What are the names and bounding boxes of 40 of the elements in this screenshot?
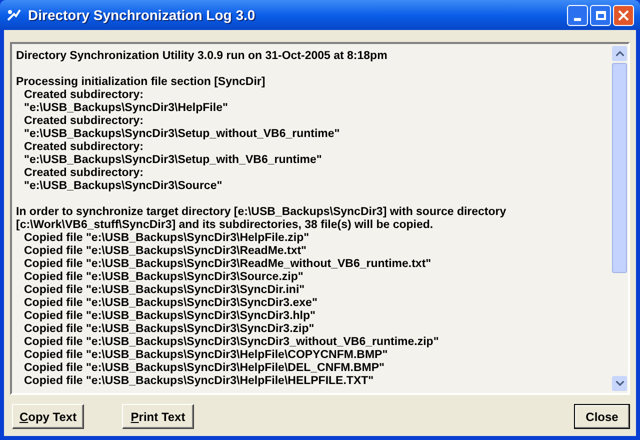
text-button[interactable]: Print Text [122, 404, 194, 429]
maximize-button[interactable] [590, 4, 611, 26]
log-line: Copied file "e:\USB_Backups\SyncDir3\HelpFile\HELPFILE.TXT" [23, 375, 374, 388]
log-line: Copied file "e:\USB_Backups\SyncDir3\SyncDir3.zip" [23, 323, 314, 336]
log-line: Directory Synchronization Utility 3.0.9 run on 31-Oct-2005 at 8:18pm [16, 50, 388, 63]
log-line: Created subdirectory: [23, 89, 144, 102]
text-button[interactable]: Close [574, 404, 630, 429]
close-button[interactable] [613, 4, 634, 26]
log-line: Created subdirectory: [23, 115, 144, 128]
vertical-scrollbar[interactable] [611, 44, 628, 393]
log-line: Created subdirectory: [23, 141, 144, 154]
scroll-down-button[interactable] [612, 376, 627, 391]
log-line: Copied file "e:\USB_Backups\SyncDir3\SyncDir3.hlp" [23, 310, 316, 323]
caret-down-icon [616, 381, 624, 386]
scroll-thumb[interactable] [612, 63, 627, 273]
text-button[interactable]: Copy Text [12, 404, 84, 429]
log-line: Copied file "e:\USB_Backups\SyncDir3\HelpFile.zip" [23, 232, 310, 245]
window-title: Directory Synchronization Log 3.0 [28, 6, 256, 25]
log-line: [c:\Work\VB6_stuff\SyncDir3] and its subdirectories, 38 file(s) will be copied. [16, 219, 434, 232]
log-line: "e:\USB_Backups\SyncDir3\Setup_with_VB6_runtime" [23, 154, 322, 167]
minimize-button[interactable] [567, 4, 588, 26]
log-line: "e:\USB_Backups\SyncDir3\Source" [23, 180, 222, 193]
log-line: Copied file "e:\USB_Backups\SyncDir3\SyncDir3.exe" [23, 297, 318, 310]
log-line: In order to synchronize target directory [e:\USB_Backups\SyncDir3] with source directory [16, 206, 506, 219]
log-line: Created subdirectory: [23, 167, 144, 180]
log-line: Copied file "e:\USB_Backups\SyncDir3\ReadMe.txt" [23, 245, 307, 258]
log-line: Processing initialization file section [SyncDir] [16, 76, 266, 89]
caret-up-icon [616, 51, 624, 56]
log-line: Copied file "e:\USB_Backups\SyncDir3\SyncDir.ini" [23, 284, 305, 297]
log-line: Copied file "e:\USB_Backups\SyncDir3\HelpFile\COPYCNFM.BMP" [23, 349, 388, 362]
log-line: "e:\USB_Backups\SyncDir3\HelpFile" [23, 102, 228, 115]
scroll-up-button[interactable] [612, 46, 627, 61]
log-line: Copied file "e:\USB_Backups\SyncDir3\Source.zip" [23, 271, 304, 284]
close-icon [618, 10, 629, 20]
app-icon [6, 7, 22, 23]
log-text-area[interactable] [10, 42, 630, 395]
log-line: "e:\USB_Backups\SyncDir3\Setup_without_VB6_runtime" [23, 128, 340, 141]
log-line: Copied file "e:\USB_Backups\SyncDir3\HelpFile\DEL_CNFM.BMP" [23, 362, 384, 375]
log-line: Copied file "e:\USB_Backups\SyncDir3\ReadMe_without_VB6_runtime.txt" [23, 258, 432, 271]
log-line: Copied file "e:\USB_Backups\SyncDir3\SyncDir3_without_VB6_runtime.zip" [23, 336, 439, 349]
